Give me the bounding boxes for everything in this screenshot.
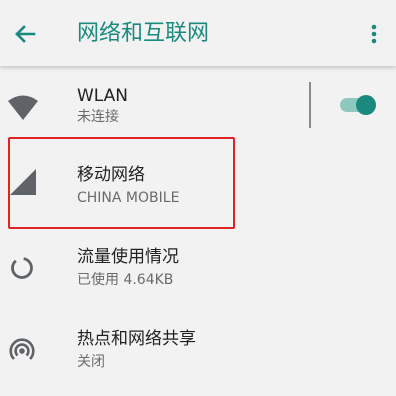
- mobile-network-title: 移动网络: [77, 165, 145, 185]
- divider: [309, 82, 311, 128]
- wlan-status: 未连接: [77, 109, 119, 125]
- page-title: 网络和互联网: [77, 21, 210, 46]
- more-vert-icon[interactable]: [362, 19, 386, 49]
- data-usage-icon: [11, 257, 33, 279]
- wlan-toggle[interactable]: [338, 90, 380, 120]
- settings-item-data-usage[interactable]: 流量使用情况 已使用 4.64KB: [0, 236, 396, 292]
- toolbar: 网络和互联网: [0, 0, 396, 66]
- mobile-network-carrier: CHINA MOBILE: [77, 190, 180, 206]
- arrow-back-icon[interactable]: [10, 19, 40, 49]
- wifi-icon: [8, 95, 38, 120]
- cellular-signal-icon: [10, 169, 36, 195]
- settings-item-hotspot[interactable]: 热点和网络共享 关闭: [0, 318, 396, 374]
- hotspot-title: 热点和网络共享: [77, 329, 196, 349]
- data-usage-amount: 已使用 4.64KB: [77, 272, 174, 288]
- settings-item-mobile-network[interactable]: 移动网络 CHINA MOBILE: [0, 153, 396, 209]
- settings-item-wlan[interactable]: WLAN 未连接: [0, 78, 396, 134]
- hotspot-status: 关闭: [77, 354, 105, 370]
- wlan-title: WLAN: [77, 86, 129, 106]
- data-usage-title: 流量使用情况: [77, 247, 179, 267]
- hotspot-icon: [9, 338, 35, 360]
